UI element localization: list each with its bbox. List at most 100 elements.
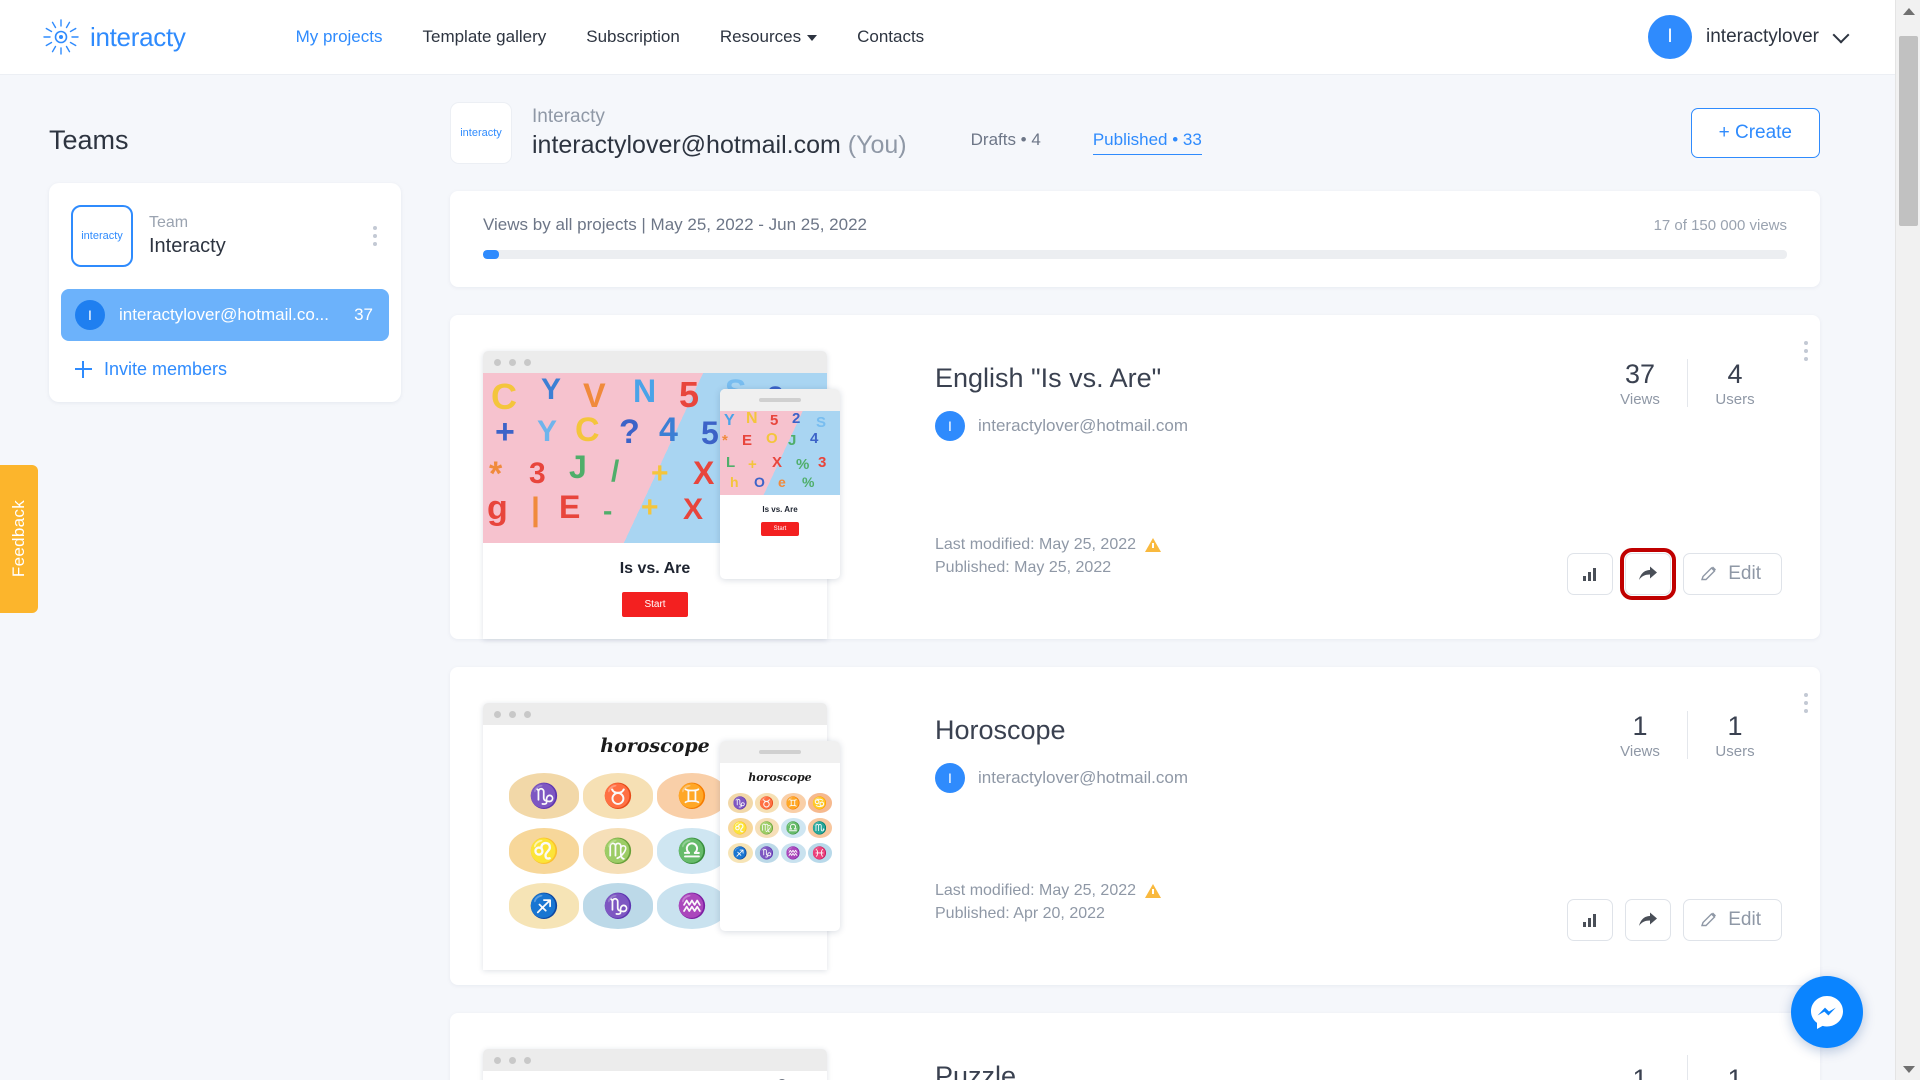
nav-label: Resources bbox=[719, 27, 802, 46]
tab-published[interactable]: Published • 33 bbox=[1092, 129, 1202, 155]
share-button[interactable] bbox=[1620, 548, 1677, 600]
zodiac-sign-icon: ♋ bbox=[807, 793, 832, 813]
share-button[interactable] bbox=[1625, 899, 1672, 941]
edit-button[interactable]: Edit bbox=[1683, 553, 1782, 595]
zodiac-sign-icon: ♑ bbox=[728, 793, 753, 813]
stat-value: 1 bbox=[1727, 1064, 1743, 1080]
project-thumbnail[interactable]: horoscope ♑♉♊♋♌♍♎♏♐♑♒♓ horoscope ♑♉♊♋♌♍♎… bbox=[450, 667, 910, 985]
account-name: interactylover bbox=[1706, 26, 1819, 47]
profile-header: interacty Interacty interactylover@hotma… bbox=[450, 75, 1895, 164]
window-dot bbox=[509, 710, 516, 718]
project-actions: Edit bbox=[1567, 899, 1782, 941]
chevron-down-icon bbox=[1832, 26, 1850, 43]
project-options-kebab-icon[interactable] bbox=[1800, 337, 1812, 365]
zodiac-sign-icon: ♑ bbox=[583, 883, 653, 929]
messenger-icon bbox=[1811, 996, 1843, 1029]
project-dates: Last modified: May 25, 2022 Published: M… bbox=[935, 533, 1162, 579]
main-nav: My projects Template gallery Subscriptio… bbox=[294, 21, 927, 53]
team-meta: Team Interacty bbox=[149, 213, 369, 259]
statistics-button[interactable] bbox=[1567, 899, 1614, 941]
window-dot bbox=[524, 1056, 531, 1064]
published-text: Published: Apr 20, 2022 bbox=[935, 905, 1105, 922]
invite-members-button[interactable]: Invite members bbox=[75, 359, 401, 380]
stat-views: 1 Views bbox=[1593, 709, 1687, 760]
pencil-icon bbox=[1701, 566, 1717, 581]
teams-card: interacty Team Interacty I interactylove… bbox=[49, 183, 401, 402]
tab-label: Published • 33 bbox=[1092, 129, 1202, 149]
project-author: I interactylover@hotmail.com bbox=[935, 411, 1820, 441]
project-card[interactable]: C Y V N 5 S 2 + Y C ? 4 5 5 * 3 J bbox=[450, 315, 1820, 639]
nav-label: Subscription bbox=[586, 27, 680, 46]
account-menu[interactable]: I interactylover bbox=[1648, 15, 1850, 59]
project-dates: Last modified: May 25, 2022 Published: A… bbox=[935, 879, 1162, 925]
desktop-preview-frame: Number of actions:0 00:00 bbox=[483, 1049, 827, 1080]
zodiac-sign-icon: ♉ bbox=[583, 773, 653, 819]
window-dot bbox=[524, 710, 531, 718]
zodiac-sign-icon: ♐ bbox=[728, 843, 753, 863]
feedback-label: Feedback bbox=[9, 500, 28, 578]
team-options-kebab-icon[interactable] bbox=[369, 222, 381, 250]
views-header: Views by all projects | May 25, 2022 - J… bbox=[483, 215, 1787, 235]
edit-button[interactable]: Edit bbox=[1683, 899, 1782, 941]
sidebar-member-item[interactable]: I interactylover@hotmail.co... 37 bbox=[61, 289, 389, 341]
project-options-kebab-icon[interactable] bbox=[1800, 689, 1812, 717]
project-card[interactable]: Number of actions:0 00:00 Puzzle 1 bbox=[450, 1013, 1820, 1080]
nav-item-template-gallery[interactable]: Template gallery bbox=[420, 21, 548, 53]
page-scrollbar[interactable] bbox=[1895, 0, 1920, 1080]
horoscope-artwork-mini: horoscope ♑ ♉ ♊ ♋ ♌ ♍ ♎ ♏ ♐ ♑ ♒ ♓ bbox=[720, 763, 840, 913]
team-name: Interacty bbox=[149, 235, 226, 257]
window-dot bbox=[494, 710, 501, 718]
published-line: Published: Apr 20, 2022 bbox=[935, 902, 1161, 925]
horoscope-title-mini: horoscope bbox=[748, 771, 812, 784]
feedback-tab[interactable]: Feedback bbox=[0, 465, 38, 613]
zodiac-sign-icon: ♑ bbox=[754, 843, 779, 863]
last-modified-text: Last modified: May 25, 2022 bbox=[935, 536, 1137, 553]
zodiac-sign-icon: ♌ bbox=[728, 818, 753, 838]
stat-views: 1 bbox=[1593, 1062, 1687, 1080]
nav-label: Contacts bbox=[857, 27, 925, 46]
puzzle-hud: Number of actions:0 00:00 bbox=[483, 1071, 827, 1080]
phone-chrome-bar bbox=[720, 741, 840, 763]
avatar: I bbox=[75, 300, 105, 330]
project-thumbnail[interactable]: Number of actions:0 00:00 bbox=[450, 1013, 910, 1080]
phone-chrome-bar bbox=[720, 389, 840, 411]
stat-value: 4 bbox=[1727, 359, 1743, 389]
scroll-up-arrow-icon[interactable] bbox=[1896, 0, 1920, 22]
project-actions: Edit bbox=[1567, 548, 1782, 600]
views-panel: Views by all projects | May 25, 2022 - J… bbox=[450, 191, 1820, 287]
project-card[interactable]: horoscope ♑♉♊♋♌♍♎♏♐♑♒♓ horoscope ♑♉♊♋♌♍♎… bbox=[450, 667, 1820, 985]
zodiac-sign-icon: ♌ bbox=[509, 828, 579, 874]
window-dot bbox=[524, 358, 531, 366]
project-stats: 37 Views 4 Users bbox=[1593, 357, 1782, 408]
tab-drafts[interactable]: Drafts • 4 bbox=[971, 130, 1041, 154]
nav-item-resources[interactable]: Resources bbox=[718, 21, 819, 53]
browser-chrome-bar bbox=[483, 351, 827, 373]
brand-logo[interactable]: interacty bbox=[42, 18, 186, 56]
profile-logo-text: interacty bbox=[460, 127, 502, 139]
messenger-chat-button[interactable] bbox=[1791, 976, 1863, 1048]
profile-you-badge: (You) bbox=[847, 131, 907, 159]
scroll-down-arrow-icon[interactable] bbox=[1896, 1058, 1920, 1080]
project-thumbnail[interactable]: C Y V N 5 S 2 + Y C ? 4 5 5 * 3 J bbox=[450, 315, 910, 639]
nav-item-contacts[interactable]: Contacts bbox=[855, 21, 926, 53]
window-dot bbox=[509, 358, 516, 366]
stat-users: 1 bbox=[1688, 1062, 1782, 1080]
zodiac-sign-icon: ♍ bbox=[583, 828, 653, 874]
zodiac-sign-icon: ♎ bbox=[781, 818, 806, 838]
scrollbar-thumb[interactable] bbox=[1899, 36, 1918, 226]
nav-item-my-projects[interactable]: My projects bbox=[294, 21, 385, 53]
create-button[interactable]: + Create bbox=[1690, 108, 1820, 158]
mobile-preview-title: Is vs. Are bbox=[762, 505, 798, 514]
stat-views: 37 Views bbox=[1593, 357, 1687, 408]
teams-sidebar: Teams interacty Team Interacty I interac… bbox=[0, 75, 450, 1080]
member-project-count: 37 bbox=[354, 305, 373, 324]
nav-item-subscription[interactable]: Subscription bbox=[584, 21, 682, 53]
zodiac-sign-icon: ♓ bbox=[807, 843, 832, 863]
project-stats: 1 1 bbox=[1593, 1055, 1782, 1080]
views-quota-label: 17 of 150 000 views bbox=[1653, 217, 1787, 234]
window-dot bbox=[509, 1056, 516, 1064]
team-row[interactable]: interacty Team Interacty bbox=[49, 201, 401, 267]
team-label: Team bbox=[149, 214, 189, 231]
stat-value: 1 bbox=[1727, 711, 1743, 741]
statistics-button[interactable] bbox=[1567, 553, 1614, 595]
